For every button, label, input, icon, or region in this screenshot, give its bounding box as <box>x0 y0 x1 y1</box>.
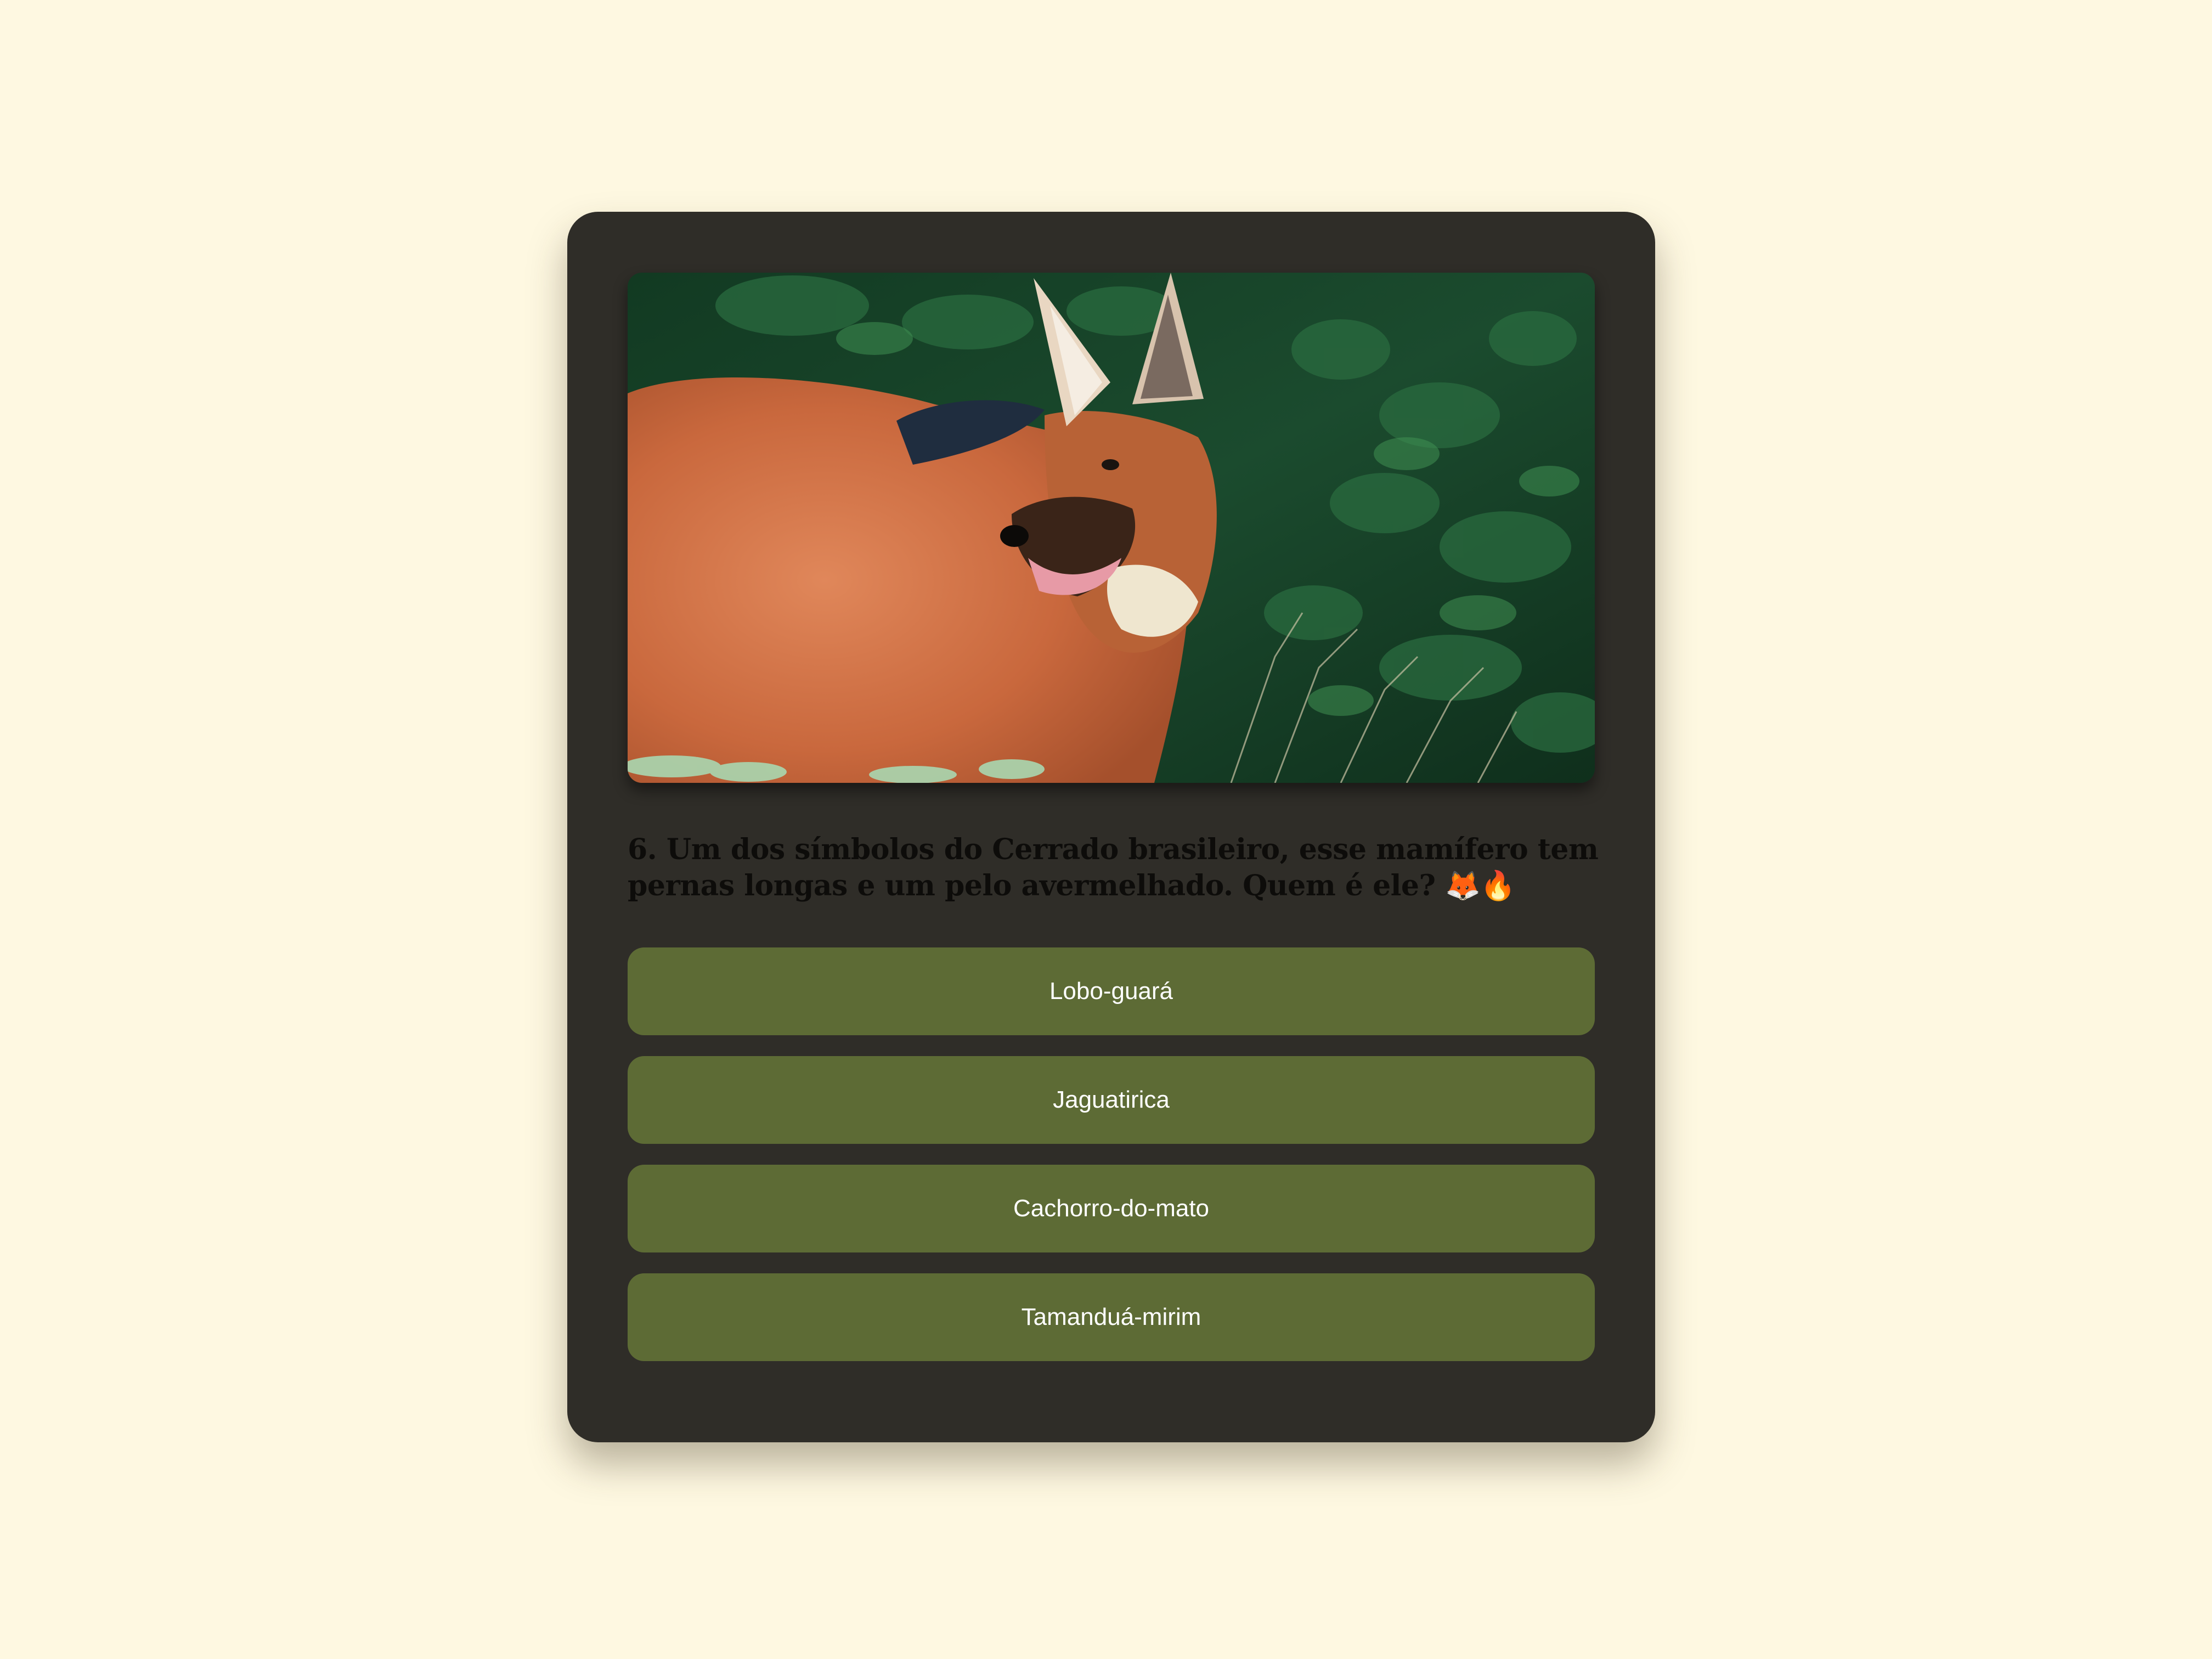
answer-option-jaguatirica[interactable]: Jaguatirica <box>628 1056 1595 1144</box>
answer-option-tamandua-mirim[interactable]: Tamanduá-mirim <box>628 1273 1595 1361</box>
answer-option-lobo-guara[interactable]: Lobo-guará <box>628 947 1595 1035</box>
maned-wolf-photo <box>628 273 1595 783</box>
question-text: 6. Um dos símbolos do Cerrado brasileiro… <box>628 833 1599 902</box>
quiz-card: 6. Um dos símbolos do Cerrado brasileiro… <box>567 212 1655 1442</box>
answer-options: Lobo-guará Jaguatirica Cachorro-do-mato … <box>628 947 1595 1382</box>
answer-option-cachorro-do-mato[interactable]: Cachorro-do-mato <box>628 1165 1595 1252</box>
